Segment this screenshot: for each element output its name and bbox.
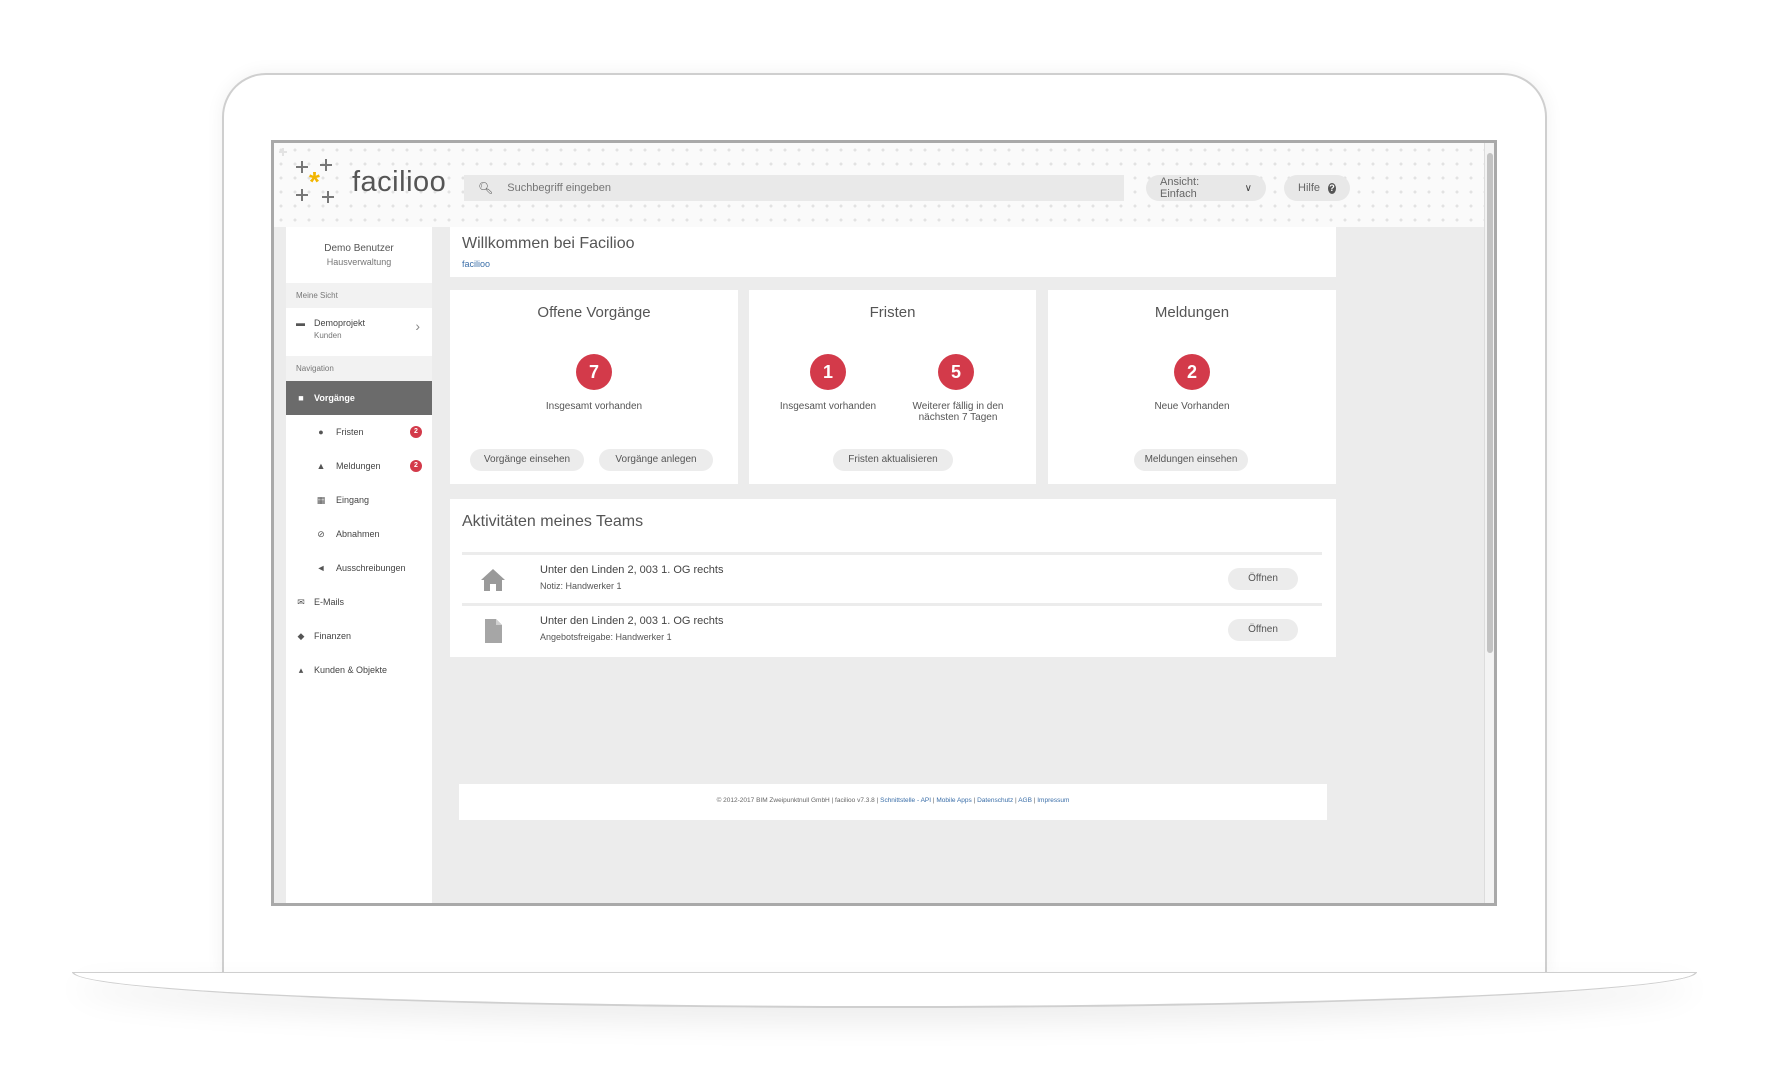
- footer-link-apps[interactable]: Mobile Apps: [936, 797, 971, 804]
- footer-link-api[interactable]: Schnittstelle - API: [880, 797, 931, 804]
- sidebar-item-kunden-objekte[interactable]: ▴ Kunden & Objekte: [286, 653, 432, 687]
- deadlines-card: Fristen 1 Insgesamt vorhanden 5 Weiterer…: [749, 290, 1036, 484]
- sidebar-item-abnahmen[interactable]: ⊘ Abnahmen: [286, 517, 432, 551]
- app-header: * facilioo 🔍︎ Ansicht: Einfach ∨ Hilfe ?: [274, 143, 1484, 227]
- document-icon: [485, 619, 502, 643]
- activity-title: Unter den Linden 2, 003 1. OG rechts: [540, 564, 724, 576]
- user-name: Demo Benutzer: [324, 243, 394, 254]
- reports-caption: Neue Vorhanden: [1154, 401, 1230, 412]
- reports-count[interactable]: 2: [1174, 354, 1210, 390]
- open-button[interactable]: Öffnen: [1228, 568, 1298, 590]
- sidebar-item-label: Fristen: [336, 427, 364, 437]
- view-mode-label: Ansicht: Einfach: [1160, 176, 1200, 200]
- sidebar-item-label: Vorgänge: [314, 393, 355, 403]
- open-tasks-caption: Insgesamt vorhanden: [545, 401, 643, 412]
- open-button[interactable]: Öffnen: [1228, 619, 1298, 641]
- create-task-button[interactable]: Vorgänge anlegen: [599, 449, 713, 471]
- user-block[interactable]: Demo Benutzer Hausverwaltung: [286, 227, 432, 283]
- update-deadlines-button[interactable]: Fristen aktualisieren: [833, 449, 953, 471]
- deadlines-total-count[interactable]: 1: [810, 354, 846, 390]
- project-sub: Kunden: [314, 331, 342, 340]
- clock-icon: ●: [318, 427, 324, 437]
- footer-link-terms[interactable]: AGB: [1018, 797, 1032, 804]
- megaphone-icon: ◄: [316, 563, 326, 573]
- sidebar-item-label: Meldungen: [336, 461, 381, 471]
- sidebar-item-fristen[interactable]: ● Fristen 2: [286, 415, 432, 449]
- app-screen: * facilioo 🔍︎ Ansicht: Einfach ∨ Hilfe ?…: [271, 140, 1497, 906]
- sidebar-item-finanzen[interactable]: ◆ Finanzen: [286, 619, 432, 653]
- search-box[interactable]: 🔍︎: [464, 175, 1124, 201]
- footer: © 2012-2017 BIM Zweipunktnull GmbH | fac…: [459, 784, 1327, 820]
- page-title: Willkommen bei Facilioo: [462, 235, 635, 252]
- folder-icon: ▬: [296, 318, 305, 328]
- activity-row[interactable]: Unter den Linden 2, 003 1. OG rechts Ang…: [462, 603, 1322, 654]
- footer-link-privacy[interactable]: Datenschutz: [977, 797, 1013, 804]
- team-activities-panel: Aktivitäten meines Teams Unter den Linde…: [450, 499, 1336, 657]
- help-label: Hilfe: [1298, 182, 1321, 194]
- logo-text: facilioo: [352, 165, 447, 198]
- house-icon: [481, 569, 505, 591]
- welcome-panel: Willkommen bei Facilioo facilioo: [450, 227, 1336, 277]
- check-circle-icon: ⊘: [317, 528, 325, 539]
- sidebar-item-meldungen[interactable]: ▲ Meldungen 2: [286, 449, 432, 483]
- facilioo-logo-icon: *: [296, 159, 342, 205]
- cloud-icon: ▴: [298, 664, 304, 675]
- activity-title: Unter den Linden 2, 003 1. OG rechts: [540, 615, 724, 627]
- bell-icon: ▲: [316, 461, 326, 471]
- breadcrumb[interactable]: facilioo: [462, 259, 1336, 269]
- scrollbar-thumb[interactable]: [1487, 153, 1493, 653]
- deadlines-due-count[interactable]: 5: [938, 354, 974, 390]
- activity-subtitle: Notiz: Handwerker 1: [540, 581, 622, 591]
- deadlines-total-caption: Insgesamt vorhanden: [779, 401, 877, 412]
- sidebar-item-label: Ausschreibungen: [336, 563, 406, 573]
- footer-link-imprint[interactable]: Impressum: [1037, 797, 1069, 804]
- reports-card: Meldungen 2 Neue Vorhanden Meldungen ein…: [1048, 290, 1336, 484]
- sidebar: Demo Benutzer Hausverwaltung Meine Sicht…: [286, 227, 432, 903]
- card-title: Meldungen: [1154, 304, 1230, 321]
- question-icon: ?: [1328, 182, 1336, 194]
- scrollbar[interactable]: [1484, 143, 1494, 903]
- search-icon: 🔍︎: [478, 181, 494, 195]
- chevron-right-icon: ›: [415, 318, 420, 334]
- open-tasks-count[interactable]: 7: [576, 354, 612, 390]
- deadlines-due-caption: Weiterer fällig in den nächsten 7 Tagen: [912, 401, 1004, 423]
- view-reports-button[interactable]: Meldungen einsehen: [1134, 449, 1248, 471]
- project-name: Demoprojekt: [314, 318, 366, 328]
- document-icon: ■: [298, 393, 304, 403]
- sidebar-item-label: Eingang: [336, 495, 370, 505]
- card-title: Fristen: [869, 304, 916, 321]
- project-selector[interactable]: ▬ Demoprojekt Kunden ›: [286, 308, 432, 356]
- footer-copyright: © 2012-2017 BIM Zweipunktnull GmbH | fac…: [716, 797, 879, 804]
- money-icon: ◆: [297, 630, 305, 641]
- sidebar-item-label: Finanzen: [314, 631, 352, 641]
- section-navigation: Navigation: [286, 356, 432, 381]
- section-title: Aktivitäten meines Teams: [462, 513, 644, 530]
- activity-subtitle: Angebotsfreigabe: Handwerker 1: [540, 632, 672, 642]
- sidebar-item-vorgaenge[interactable]: ■ Vorgänge: [286, 381, 432, 415]
- section-my-view: Meine Sicht: [286, 283, 432, 308]
- logo[interactable]: * facilioo: [296, 159, 446, 205]
- view-mode-dropdown[interactable]: Ansicht: Einfach ∨: [1146, 175, 1266, 201]
- card-title: Offene Vorgänge: [537, 304, 651, 321]
- laptop-base: [72, 972, 1697, 1008]
- sidebar-item-label: Kunden & Objekte: [314, 665, 388, 675]
- user-role: Hausverwaltung: [326, 257, 392, 267]
- activity-row[interactable]: Unter den Linden 2, 003 1. OG rechts Not…: [462, 552, 1322, 603]
- sidebar-item-label: Abnahmen: [336, 529, 380, 539]
- chevron-down-icon: ∨: [1244, 182, 1252, 194]
- view-tasks-button[interactable]: Vorgänge einsehen: [470, 449, 584, 471]
- search-input[interactable]: [505, 181, 1090, 195]
- sidebar-item-ausschreibungen[interactable]: ◄ Ausschreibungen: [286, 551, 432, 585]
- sidebar-item-eingang[interactable]: ▦ Eingang: [286, 483, 432, 517]
- envelope-icon: ✉: [297, 596, 305, 607]
- count-badge: 2: [410, 426, 422, 438]
- sidebar-item-emails[interactable]: ✉ E-Mails: [286, 585, 432, 619]
- count-badge: 2: [410, 460, 422, 472]
- sidebar-item-label: E-Mails: [314, 597, 345, 607]
- inbox-icon: ▦: [316, 494, 326, 505]
- open-tasks-card: Offene Vorgänge 7 Insgesamt vorhanden Vo…: [450, 290, 738, 484]
- help-button[interactable]: Hilfe ?: [1284, 175, 1350, 201]
